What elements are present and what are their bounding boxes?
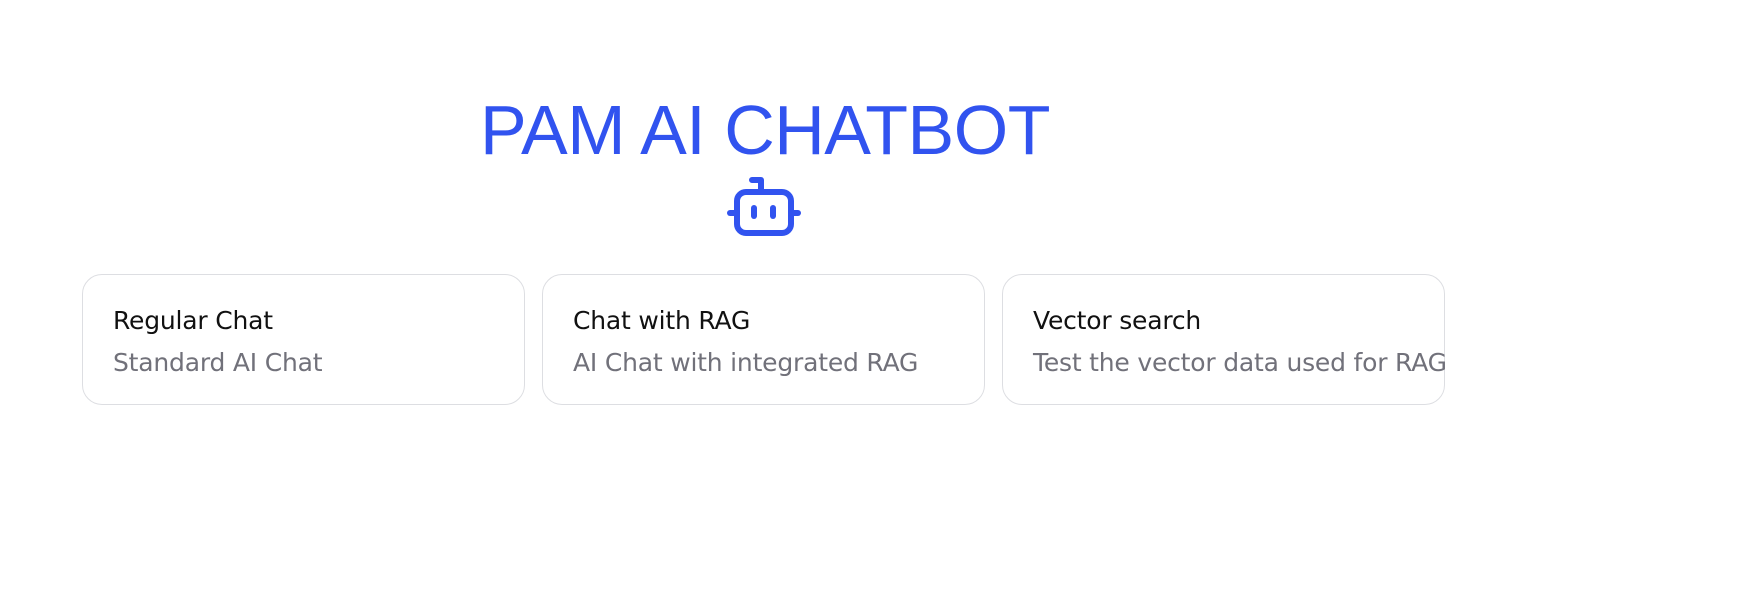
card-title: Regular Chat xyxy=(113,306,273,335)
card-title: Vector search xyxy=(1033,306,1202,335)
card-description: Test the vector data used for RAG xyxy=(1033,348,1447,377)
card-chat-with-rag[interactable]: Chat with RAG AI Chat with integrated RA… xyxy=(542,274,985,405)
card-vector-search[interactable]: Vector search Test the vector data used … xyxy=(1002,274,1447,405)
card-regular-chat[interactable]: Regular Chat Standard AI Chat xyxy=(82,274,525,405)
page-title: PAM AI CHATBOT xyxy=(480,91,1050,169)
bot-icon xyxy=(724,174,804,244)
card-description: Standard AI Chat xyxy=(113,348,323,377)
card-description: AI Chat with integrated RAG xyxy=(573,348,919,377)
chat-mode-cards: Regular Chat Standard AI Chat Chat with … xyxy=(82,274,1447,407)
card-title: Chat with RAG xyxy=(573,306,751,335)
